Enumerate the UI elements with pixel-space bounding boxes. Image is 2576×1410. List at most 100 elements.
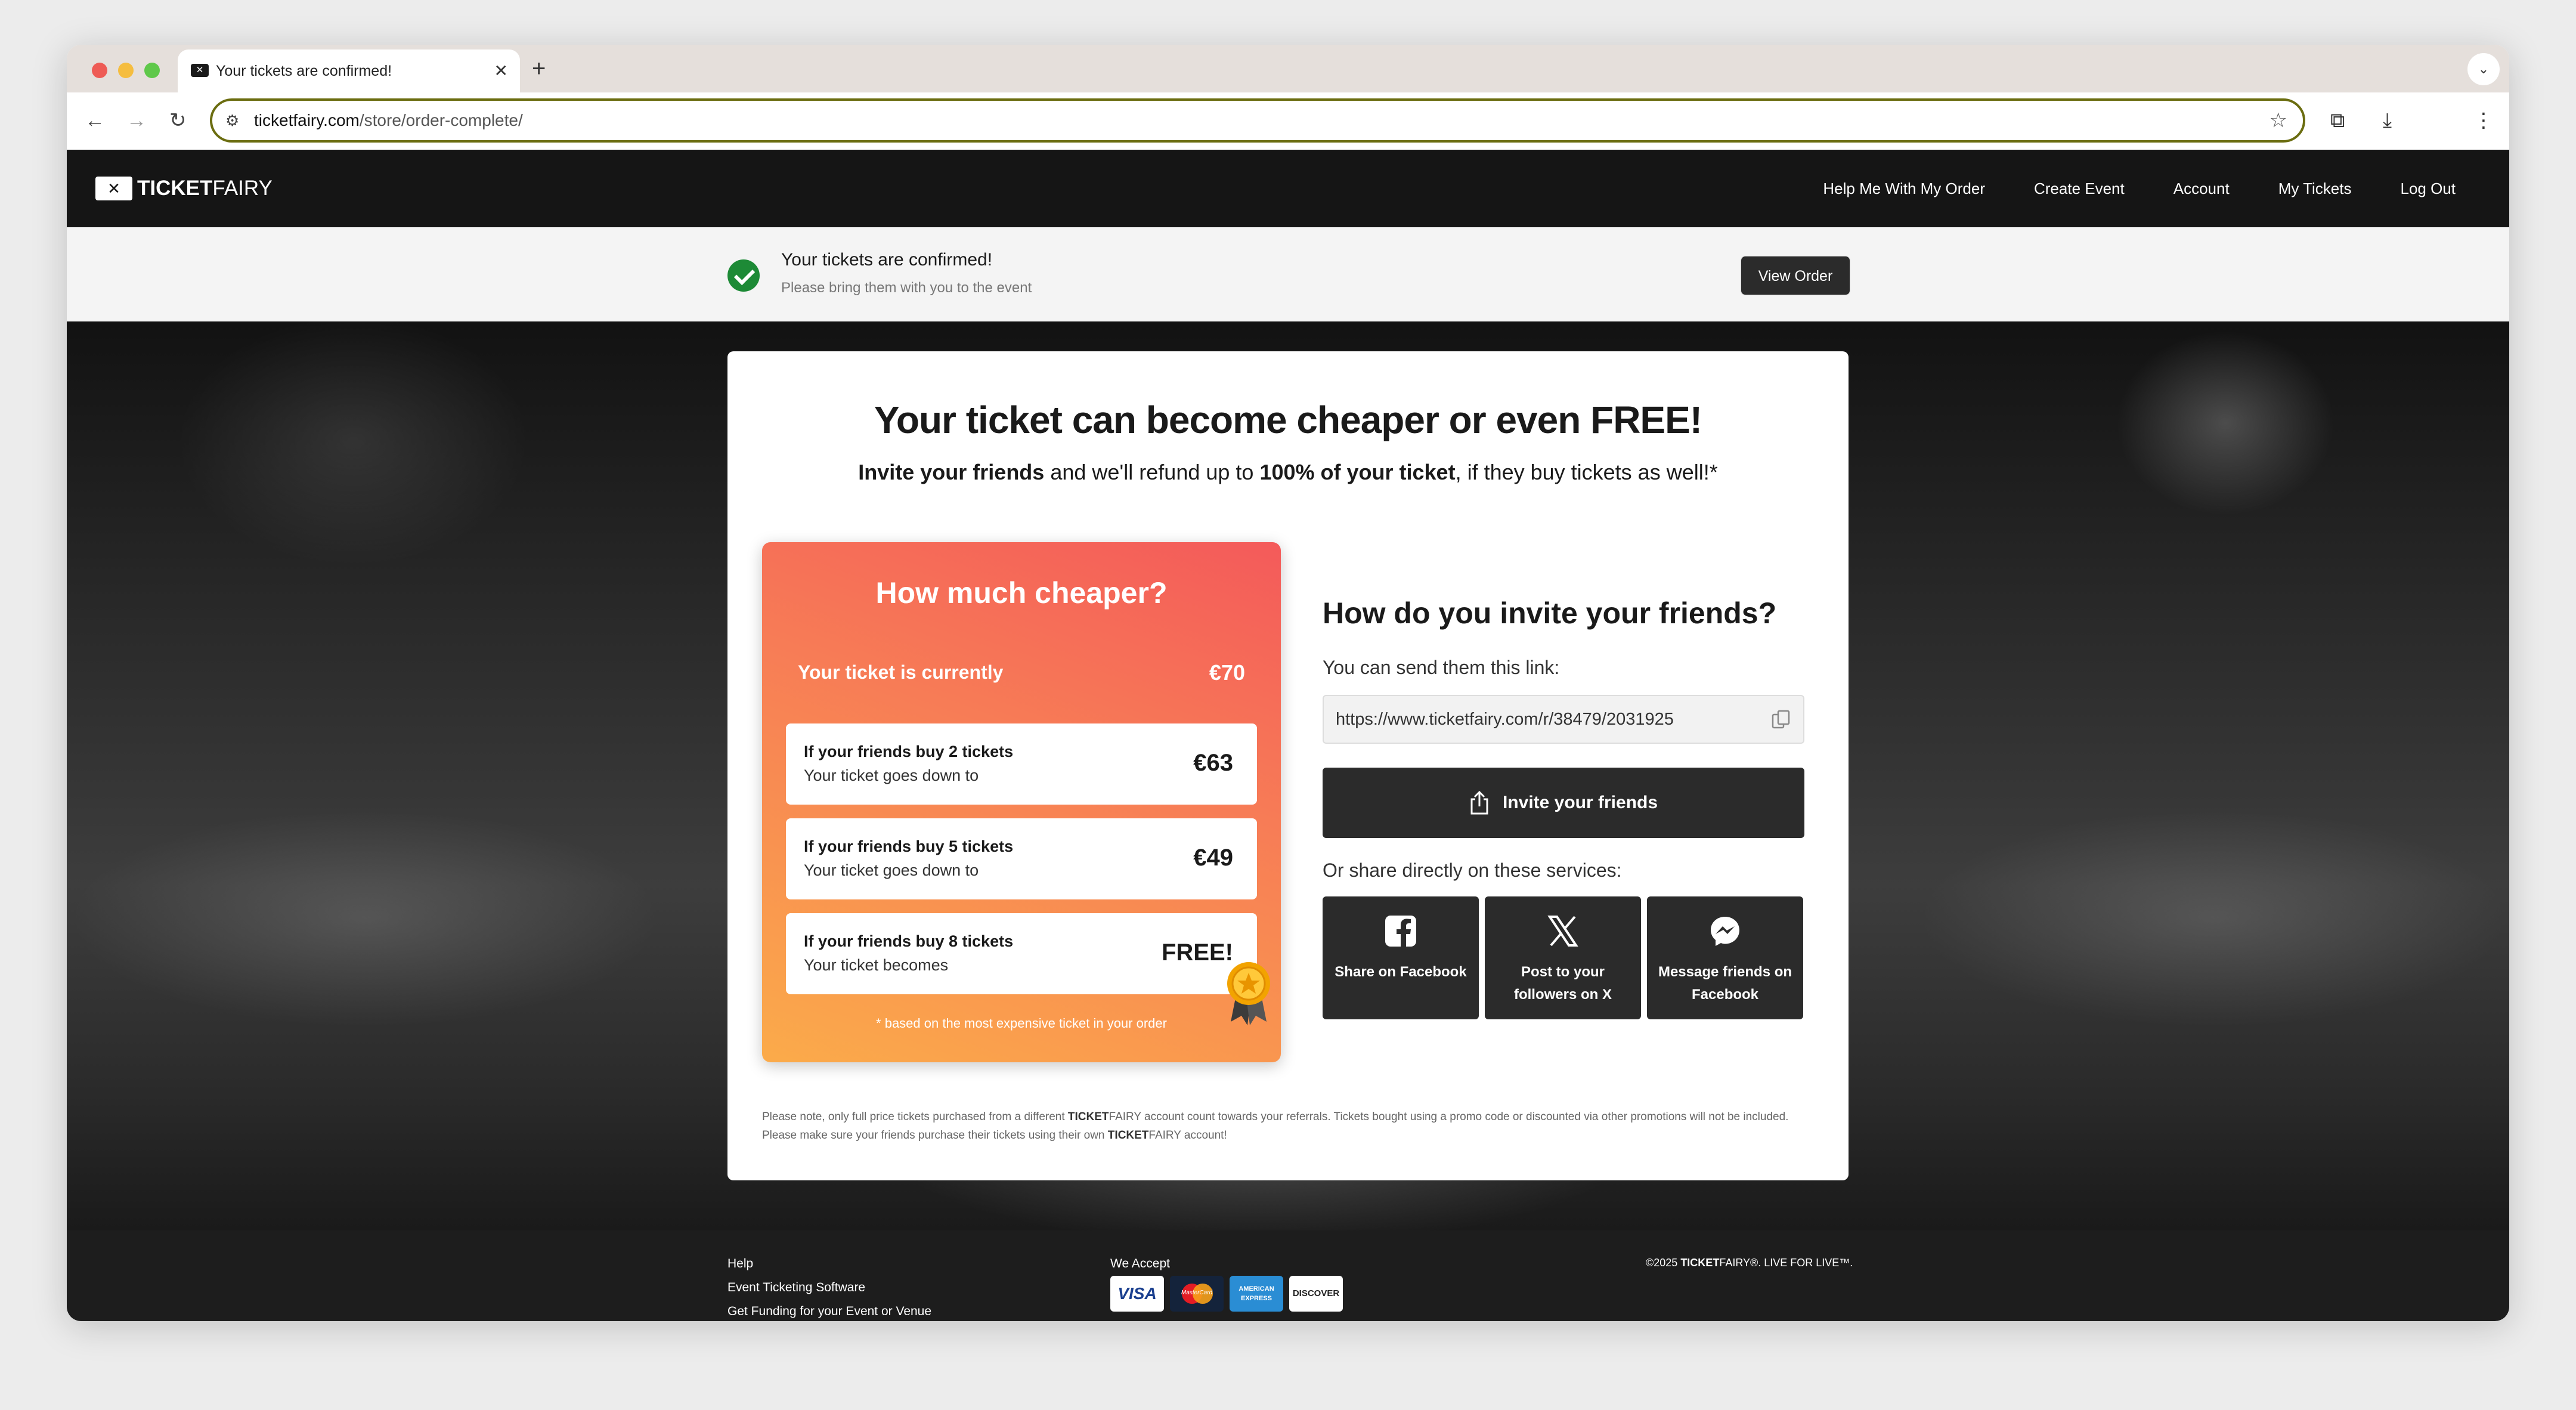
share-facebook-label: Share on Facebook (1335, 964, 1467, 980)
star-icon[interactable]: ☆ (2270, 101, 2287, 140)
browser-toolbar: ← → ↻ ⚙ ticketfairy.com/store/order-comp… (67, 92, 2509, 150)
share-services-label: Or share directly on these services: (1323, 859, 1622, 881)
logo-mark-icon: ✕ (95, 177, 132, 200)
ticketfairy-logo[interactable]: ✕ TICKET FAIRY (95, 176, 273, 201)
share-messenger-label: Message friends on Facebook (1658, 964, 1792, 1003)
current-price: €70 (1209, 660, 1245, 685)
share-x-button[interactable]: Post to your followers on X (1485, 896, 1641, 1019)
url-text[interactable]: ticketfairy.com/store/order-complete/ (254, 101, 523, 140)
main-nav: Help Me With My Order Create Event Accou… (1823, 150, 2456, 227)
referral-link-field[interactable]: https://www.ticketfairy.com/r/38479/2031… (1323, 695, 1804, 744)
tier-condition: If your friends buy 2 tickets (804, 743, 1014, 760)
share-facebook-button[interactable]: Share on Facebook (1323, 896, 1479, 1019)
disclaimer-brand-1: TICKET (1067, 1111, 1109, 1123)
tier-result-label: Your ticket becomes (804, 956, 949, 974)
x-icon (1547, 916, 1578, 947)
ticketfairy-favicon-icon: ✕ (191, 64, 209, 77)
copyright-brand-bold: TICKET (1680, 1257, 1720, 1269)
promo-sub-text-2: , if they buy tickets as well!* (1455, 460, 1718, 484)
nav-my-tickets[interactable]: My Tickets (2278, 180, 2352, 198)
footer-link-help[interactable]: Help (727, 1257, 753, 1271)
facebook-icon (1385, 916, 1416, 947)
disclaimer-text-3: FAIRY account! (1148, 1129, 1227, 1142)
visa-text: VISA (1117, 1284, 1157, 1303)
share-messenger-button[interactable]: Message friends on Facebook (1647, 896, 1803, 1019)
disclaimer-brand-2: TICKET (1107, 1129, 1149, 1142)
page-viewport: ✕ TICKET FAIRY Help Me With My Order Crea… (67, 150, 2509, 1321)
nav-create-event[interactable]: Create Event (2034, 180, 2125, 198)
tier-card: If your friends buy 5 tickets Your ticke… (786, 818, 1257, 899)
referral-card: Your ticket can become cheaper or even F… (727, 351, 1849, 1180)
invite-friends-button[interactable]: Invite your friends (1323, 768, 1804, 838)
logo-text-bold: TICKET (137, 177, 213, 200)
extensions-icon[interactable]: ⧉ (2330, 106, 2345, 135)
tier-card: If your friends buy 2 tickets Your ticke… (786, 723, 1257, 805)
address-bar[interactable]: ⚙ ticketfairy.com/store/order-complete/ … (210, 98, 2305, 143)
promo-title: Your ticket can become cheaper or even F… (874, 398, 1702, 441)
nav-log-out[interactable]: Log Out (2400, 180, 2456, 198)
share-x-label: Post to your followers on X (1513, 964, 1612, 1003)
confirmation-title: Your tickets are confirmed! (781, 250, 993, 270)
check-circle-icon (727, 259, 760, 292)
tier-result-label: Your ticket goes down to (804, 766, 979, 784)
tier-condition: If your friends buy 8 tickets (804, 932, 1014, 950)
more-icon[interactable]: ⋮ (2473, 106, 2494, 135)
discover-text: DISCOVER (1292, 1288, 1340, 1298)
mastercard-text: MasterCard (1181, 1290, 1213, 1296)
logo-text-light: FAIRY (212, 177, 273, 200)
forward-icon[interactable]: → (126, 106, 147, 135)
view-order-button[interactable]: View Order (1741, 256, 1850, 295)
nav-help-order[interactable]: Help Me With My Order (1823, 180, 1985, 198)
site-info-icon[interactable]: ⚙ (225, 112, 239, 130)
copyright: ©2025 TICKETFAIRY®. LIVE FOR LIVE™. (1646, 1257, 1853, 1269)
tab-title: Your tickets are confirmed! (216, 63, 392, 79)
visa-icon: VISA (1110, 1276, 1164, 1312)
browser-tab[interactable]: ✕ Your tickets are confirmed! ✕ (178, 50, 520, 92)
browser-window: ✕ Your tickets are confirmed! ✕ + ⌄ ← → … (67, 45, 2509, 1321)
promo-subtitle: Invite your friends and we'll refund up … (727, 460, 1849, 485)
copyright-brand: FAIRY®. LIVE FOR LIVE™. (1719, 1257, 1853, 1269)
promo-sub-text-1: and we'll refund up to (1044, 460, 1260, 484)
tier-price: €63 (1193, 750, 1233, 776)
site-header: ✕ TICKET FAIRY Help Me With My Order Crea… (67, 150, 2509, 227)
copy-icon[interactable] (1771, 709, 1791, 729)
link-label: You can send them this link: (1323, 657, 1560, 678)
close-window-button[interactable] (92, 63, 107, 78)
tier-result-label: Your ticket goes down to (804, 861, 979, 879)
back-icon[interactable]: ← (85, 106, 105, 135)
maximize-window-button[interactable] (144, 63, 160, 78)
amex-icon: AMERICAN EXPRESS (1230, 1276, 1283, 1312)
site-footer: Help Event Ticketing Software Get Fundin… (67, 1230, 2509, 1321)
tab-strip: ✕ Your tickets are confirmed! ✕ + ⌄ (67, 45, 2509, 92)
tier-card: If your friends buy 8 tickets Your ticke… (786, 913, 1257, 994)
mastercard-icon: MasterCard (1170, 1276, 1224, 1312)
tier-price: FREE! (1162, 939, 1233, 966)
referral-disclaimer: Please note, only full price tickets pur… (762, 1108, 1818, 1145)
amex-text: AMERICAN EXPRESS (1239, 1285, 1274, 1302)
messenger-icon (1711, 917, 1739, 946)
invite-title: How do you invite your friends? (1323, 596, 1777, 630)
promo-sub-bold-2: 100% of your ticket (1259, 460, 1456, 484)
stadium-background: Your ticket can become cheaper or even F… (67, 321, 2509, 1230)
disclaimer-text-1: Please note, only full price tickets pur… (762, 1111, 1068, 1123)
download-icon[interactable]: ⤓ (2383, 106, 2392, 135)
url-host: ticketfairy.com (254, 111, 360, 129)
current-price-label: Your ticket is currently (798, 661, 1004, 683)
footer-link-ticketing-software[interactable]: Event Ticketing Software (727, 1281, 865, 1295)
tab-close-icon[interactable]: ✕ (494, 50, 508, 92)
promo-sub-bold-1: Invite your friends (858, 460, 1045, 484)
cheaper-panel: How much cheaper? Your ticket is current… (762, 542, 1281, 1062)
footer-link-funding[interactable]: Get Funding for your Event or Venue (727, 1304, 931, 1319)
copyright-prefix: ©2025 (1646, 1257, 1681, 1269)
cheaper-footnote: * based on the most expensive ticket in … (876, 1016, 1167, 1031)
tab-search-chevron-icon[interactable]: ⌄ (2467, 53, 2500, 85)
tier-price: €49 (1193, 845, 1233, 871)
invite-friends-label: Invite your friends (1502, 793, 1658, 812)
new-tab-icon[interactable]: + (532, 52, 546, 85)
share-icon (1470, 791, 1488, 815)
minimize-window-button[interactable] (118, 63, 134, 78)
reload-icon[interactable]: ↻ (169, 106, 187, 135)
cheaper-title: How much cheaper? (875, 576, 1168, 610)
nav-account[interactable]: Account (2174, 180, 2230, 198)
referral-link-value[interactable]: https://www.ticketfairy.com/r/38479/2031… (1336, 696, 1674, 743)
